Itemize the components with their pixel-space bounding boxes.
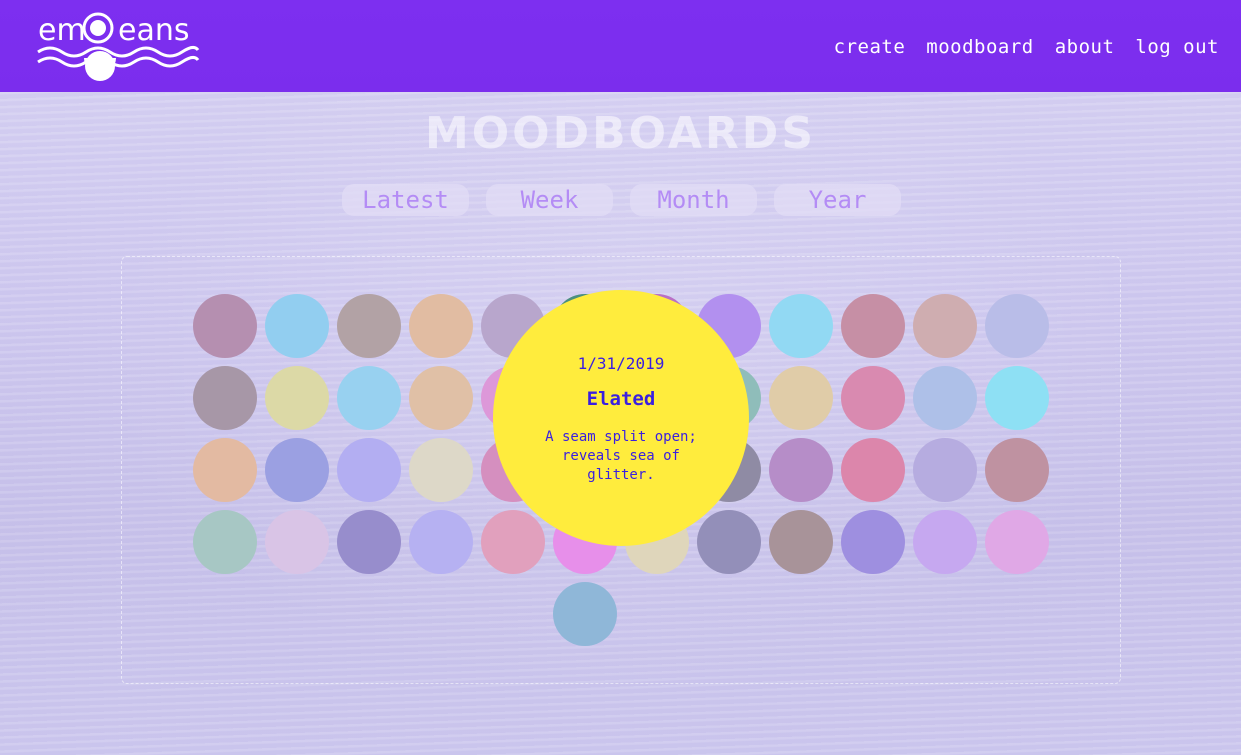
tab-month[interactable]: Month	[630, 184, 757, 216]
mood-detail-popup: 1/31/2019 Elated A seam split open; reve…	[493, 290, 749, 546]
mood-circle[interactable]	[337, 438, 401, 502]
mood-note: A seam split open; reveals sea of glitte…	[545, 429, 697, 483]
mood-circle[interactable]	[265, 366, 329, 430]
nav-log-out-link[interactable]: log out	[1135, 36, 1219, 58]
mood-circle[interactable]	[193, 438, 257, 502]
mood-circle[interactable]	[913, 438, 977, 502]
mood-circle[interactable]	[193, 366, 257, 430]
mood-circle[interactable]	[985, 366, 1049, 430]
mood-circle[interactable]	[265, 294, 329, 358]
mood-circle[interactable]	[985, 438, 1049, 502]
mood-circle[interactable]	[409, 294, 473, 358]
mood-circle[interactable]	[409, 510, 473, 574]
mood-circle[interactable]	[841, 294, 905, 358]
mood-circle[interactable]	[769, 438, 833, 502]
mood-circle[interactable]	[265, 510, 329, 574]
mood-circle[interactable]	[553, 582, 617, 646]
mood-label: Elated	[586, 388, 656, 410]
mood-circle[interactable]	[697, 510, 761, 574]
tab-year[interactable]: Year	[774, 184, 901, 216]
mood-circle[interactable]	[913, 366, 977, 430]
nav-moodboard-link[interactable]: moodboard	[926, 36, 1033, 58]
mood-circle[interactable]	[265, 438, 329, 502]
mood-circle[interactable]	[337, 366, 401, 430]
mood-circle[interactable]	[337, 510, 401, 574]
tab-week[interactable]: Week	[486, 184, 613, 216]
mood-date: 1/31/2019	[577, 354, 665, 373]
svg-text:em: em	[38, 13, 86, 48]
mood-circle[interactable]	[193, 294, 257, 358]
mood-circle[interactable]	[913, 510, 977, 574]
mood-circle[interactable]	[985, 510, 1049, 574]
nav-create-link[interactable]: create	[834, 36, 906, 58]
top-nav-bar: em eans create moodboard about log out	[0, 0, 1241, 92]
mood-circle[interactable]	[337, 294, 401, 358]
emoceans-logo[interactable]: em eans	[36, 4, 200, 84]
nav-about-link[interactable]: about	[1055, 36, 1115, 58]
tab-latest[interactable]: Latest	[342, 184, 469, 216]
svg-text:eans: eans	[118, 13, 189, 48]
mood-circle[interactable]	[841, 438, 905, 502]
mood-circle[interactable]	[409, 438, 473, 502]
mood-circle[interactable]	[193, 510, 257, 574]
mood-circle[interactable]	[985, 294, 1049, 358]
mood-circle[interactable]	[769, 366, 833, 430]
mood-circle[interactable]	[769, 510, 833, 574]
main-nav: create moodboard about log out	[834, 36, 1219, 58]
mood-circle[interactable]	[769, 294, 833, 358]
mood-circle[interactable]	[409, 366, 473, 430]
mood-circle[interactable]	[841, 366, 905, 430]
mood-circle[interactable]	[481, 510, 545, 574]
time-range-tabs: Latest Week Month Year	[342, 184, 901, 216]
mood-circle[interactable]	[913, 294, 977, 358]
page-title: MOODBOARDS	[424, 108, 817, 159]
mood-circle[interactable]	[841, 510, 905, 574]
